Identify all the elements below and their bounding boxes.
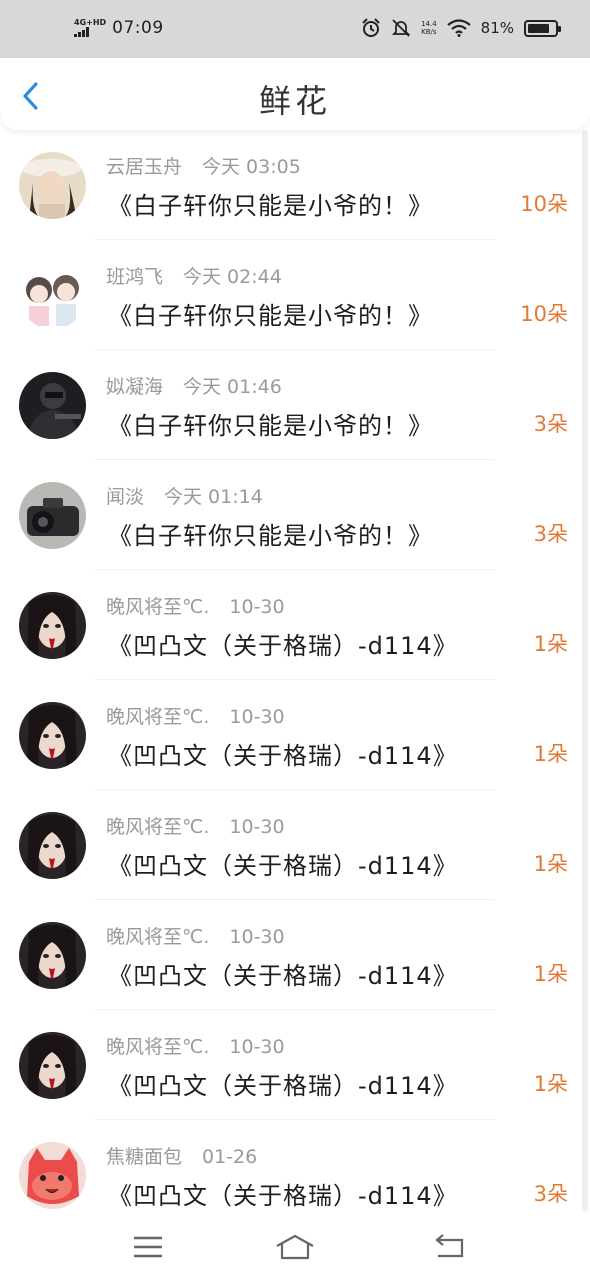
avatar[interactable] (19, 152, 86, 219)
timestamp: 10-30 (229, 816, 285, 838)
post-title[interactable]: 《白子轩你只能是小爷的！》 (108, 296, 433, 331)
timestamp: 01-26 (202, 1146, 258, 1168)
username[interactable]: 晚风将至℃. (106, 706, 209, 728)
avatar[interactable] (19, 592, 86, 659)
flower-count: 1朵 (533, 632, 568, 656)
post-title[interactable]: 《白子轩你只能是小爷的！》 (108, 406, 433, 441)
timestamp: 今天 01:14 (164, 486, 263, 508)
flower-count: 10朵 (520, 192, 568, 216)
username[interactable]: 云居玉舟 (106, 156, 182, 178)
network-speed: 14.4 KB/s (421, 20, 437, 36)
item-meta: 晚风将至℃. 10-30 (106, 922, 285, 949)
username[interactable]: 焦糖面包 (106, 1146, 182, 1168)
list-item[interactable]: 闻淡 今天 01:14 《白子轩你只能是小爷的！》 3朵 (0, 460, 590, 570)
item-meta: 班鸿飞 今天 02:44 (106, 262, 282, 289)
post-title[interactable]: 《凹凸文（关于格瑞）-d114》 (108, 846, 458, 881)
avatar[interactable] (19, 922, 86, 989)
username[interactable]: 晚风将至℃. (106, 926, 209, 948)
timestamp: 10-30 (229, 596, 285, 618)
home-button[interactable] (275, 1232, 315, 1262)
avatar[interactable] (19, 482, 86, 549)
item-meta: 姒凝海 今天 01:46 (106, 372, 282, 399)
flower-count: 1朵 (533, 1072, 568, 1096)
post-title[interactable]: 《白子轩你只能是小爷的！》 (108, 516, 433, 551)
timestamp: 10-30 (229, 1036, 285, 1058)
home-icon (276, 1234, 314, 1260)
network-indicator: 4G+HD (74, 19, 106, 37)
username[interactable]: 闻淡 (106, 486, 144, 508)
post-title[interactable]: 《凹凸文（关于格瑞）-d114》 (108, 736, 458, 771)
item-meta: 晚风将至℃. 10-30 (106, 592, 285, 619)
battery-icon (524, 19, 561, 37)
username[interactable]: 班鸿飞 (106, 266, 163, 288)
avatar[interactable] (19, 262, 86, 329)
flower-count: 3朵 (533, 522, 568, 546)
list-item[interactable]: 云居玉舟 今天 03:05 《白子轩你只能是小爷的！》 10朵 (0, 130, 590, 240)
list-item[interactable]: 晚风将至℃. 10-30 《凹凸文（关于格瑞）-d114》 1朵 (0, 790, 590, 900)
status-bar: 4G+HD 07:09 14.4 KB/s 81% (0, 0, 590, 58)
list-item[interactable]: 晚风将至℃. 10-30 《凹凸文（关于格瑞）-d114》 1朵 (0, 680, 590, 790)
battery-percent: 81% (480, 19, 514, 37)
timestamp: 10-30 (229, 926, 285, 948)
flower-count: 3朵 (533, 1182, 568, 1206)
timestamp: 今天 02:44 (183, 266, 282, 288)
list-item[interactable]: 晚风将至℃. 10-30 《凹凸文（关于格瑞）-d114》 1朵 (0, 1010, 590, 1120)
clock: 07:09 (112, 18, 164, 38)
page-title: 鲜花 (258, 82, 331, 120)
wifi-icon (446, 19, 471, 37)
flower-count: 10朵 (520, 302, 568, 326)
item-meta: 云居玉舟 今天 03:05 (106, 152, 301, 179)
alarm-icon (362, 18, 380, 37)
timestamp: 10-30 (229, 706, 285, 728)
post-title[interactable]: 《凹凸文（关于格瑞）-d114》 (108, 1176, 458, 1211)
mute-icon (391, 19, 411, 37)
list-item[interactable]: 班鸿飞 今天 02:44 《白子轩你只能是小爷的！》 10朵 (0, 240, 590, 350)
item-meta: 焦糖面包 01-26 (106, 1142, 257, 1169)
system-nav-bar (0, 1212, 590, 1280)
back-nav-button[interactable] (430, 1232, 470, 1262)
post-title[interactable]: 《白子轩你只能是小爷的！》 (108, 186, 433, 221)
flower-count: 1朵 (533, 742, 568, 766)
status-left: 4G+HD 07:09 (74, 18, 164, 38)
flower-count: 1朵 (533, 852, 568, 876)
return-icon (435, 1234, 464, 1258)
username[interactable]: 晚风将至℃. (106, 596, 209, 618)
post-title[interactable]: 《凹凸文（关于格瑞）-d114》 (108, 626, 458, 661)
username[interactable]: 晚风将至℃. (106, 1036, 209, 1058)
list-item[interactable]: 焦糖面包 01-26 《凹凸文（关于格瑞）-d114》 3朵 (0, 1120, 590, 1212)
item-meta: 晚风将至℃. 10-30 (106, 702, 285, 729)
post-title[interactable]: 《凹凸文（关于格瑞）-d114》 (108, 956, 458, 991)
signal-icon (74, 27, 106, 37)
flower-count: 1朵 (533, 962, 568, 986)
item-meta: 闻淡 今天 01:14 (106, 482, 263, 509)
avatar[interactable] (19, 372, 86, 439)
list-item[interactable]: 姒凝海 今天 01:46 《白子轩你只能是小爷的！》 3朵 (0, 350, 590, 460)
network-type: 4G+HD (74, 18, 107, 27)
username[interactable]: 姒凝海 (106, 376, 163, 398)
status-right: 14.4 KB/s 81% (361, 18, 561, 38)
menu-button[interactable] (128, 1232, 168, 1262)
item-meta: 晚风将至℃. 10-30 (106, 812, 285, 839)
timestamp: 今天 01:46 (183, 376, 282, 398)
username[interactable]: 晚风将至℃. (106, 816, 209, 838)
item-meta: 晚风将至℃. 10-30 (106, 1032, 285, 1059)
menu-icon (134, 1236, 162, 1258)
avatar[interactable] (19, 812, 86, 879)
timestamp: 今天 03:05 (202, 156, 301, 178)
avatar[interactable] (19, 702, 86, 769)
list-item[interactable]: 晚风将至℃. 10-30 《凹凸文（关于格瑞）-d114》 1朵 (0, 900, 590, 1010)
list-item[interactable]: 晚风将至℃. 10-30 《凹凸文（关于格瑞）-d114》 1朵 (0, 570, 590, 680)
header: 鲜花 (0, 58, 590, 130)
post-title[interactable]: 《凹凸文（关于格瑞）-d114》 (108, 1066, 458, 1101)
avatar[interactable] (19, 1032, 86, 1099)
flower-list[interactable]: 云居玉舟 今天 03:05 《白子轩你只能是小爷的！》 10朵 班鸿飞 今天 02:… (0, 130, 590, 1212)
avatar[interactable] (19, 1142, 86, 1209)
flower-count: 3朵 (533, 412, 568, 436)
